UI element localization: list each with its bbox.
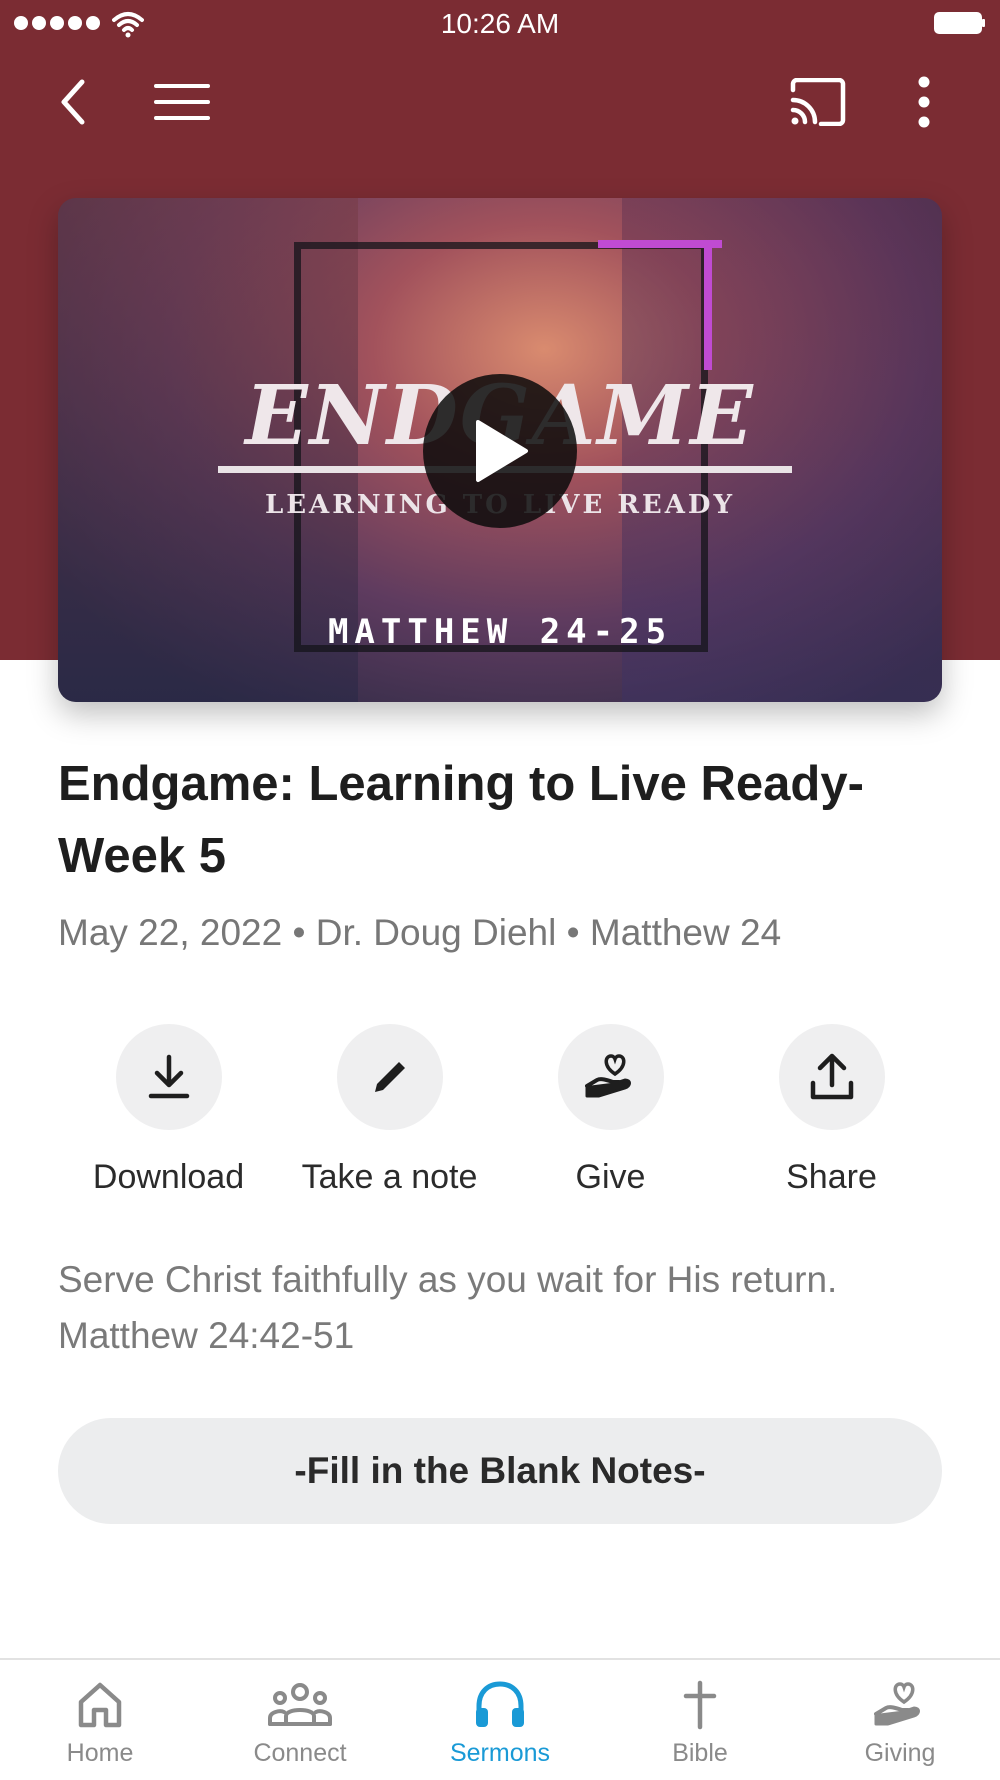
chevron-left-icon (61, 79, 85, 125)
share-button[interactable]: Share (721, 1024, 942, 1197)
tab-bible-label: Bible (672, 1739, 728, 1767)
more-vertical-icon (918, 76, 930, 128)
share-icon (810, 1053, 853, 1100)
headphones-icon (476, 1681, 524, 1727)
sermon-title: Endgame: Learning to Live Ready- Week 5 (58, 757, 864, 883)
video-artwork-reference: MATTHEW 24-25 (327, 612, 673, 652)
download-button[interactable]: Download (58, 1024, 279, 1197)
artwork-accent (704, 240, 712, 370)
home-icon (78, 1682, 122, 1728)
cast-icon (790, 78, 846, 126)
description-scripture: Matthew 24:42-51 (58, 1315, 355, 1356)
sermon-speaker: Dr. Doug Diehl (315, 912, 557, 953)
menu-button[interactable] (142, 62, 222, 142)
take-note-button[interactable]: Take a note (279, 1024, 500, 1197)
tab-connect-label: Connect (253, 1739, 347, 1767)
share-circle[interactable] (778, 1024, 885, 1130)
description-line: Serve Christ faithfully as you wait for … (58, 1259, 838, 1300)
tab-connect[interactable]: Connect (200, 1660, 400, 1780)
sermon-passage: Matthew 24 (589, 912, 782, 953)
pencil-icon (374, 1062, 405, 1092)
tab-giving[interactable]: Giving (800, 1660, 1000, 1780)
play-button[interactable] (423, 374, 577, 528)
tab-sermons-label: Sermons (449, 1739, 551, 1767)
sermon-description: Serve Christ faithfully as you wait for … (58, 1252, 958, 1364)
download-icon (148, 1054, 189, 1099)
bottom-tab-bar: Home Connect Sermons Bible Giving (0, 1658, 1000, 1780)
give-circle[interactable] (557, 1024, 664, 1130)
sermon-meta: May 22, 2022 • Dr. Doug Diehl • Matthew … (58, 912, 781, 954)
tab-bible[interactable]: Bible (600, 1660, 800, 1780)
cast-button[interactable] (778, 62, 858, 142)
more-button[interactable] (884, 62, 964, 142)
tab-sermons[interactable]: Sermons (400, 1660, 600, 1780)
battery-icon (934, 12, 985, 34)
give-button[interactable]: Give (500, 1024, 721, 1197)
tab-home-label: Home (66, 1739, 134, 1767)
sermon-date: May 22, 2022 (58, 912, 283, 953)
download-label: Download (92, 1158, 245, 1196)
share-label: Share (786, 1158, 877, 1196)
play-icon (476, 420, 528, 482)
meta-separator: • (566, 912, 580, 953)
status-bar: 10:26 AM (0, 0, 1000, 50)
take-note-label: Take a note (301, 1158, 478, 1196)
sermon-video-player[interactable]: ENDGAME LEARNING TO LIVE READY MATTHEW 2… (58, 198, 942, 702)
hamburger-icon (154, 84, 210, 120)
meta-separator: • (292, 912, 306, 953)
tab-giving-label: Giving (864, 1739, 936, 1767)
giving-hand-heart-icon (874, 1682, 920, 1726)
giving-hand-heart-icon (584, 1054, 631, 1098)
back-button[interactable] (34, 62, 114, 142)
cross-icon (683, 1680, 717, 1730)
tab-home[interactable]: Home (0, 1660, 200, 1780)
take-note-circle[interactable] (336, 1024, 443, 1130)
download-circle[interactable] (115, 1024, 222, 1130)
fill-in-blank-notes-button[interactable]: -Fill in the Blank Notes- (58, 1418, 942, 1524)
give-label: Give (575, 1158, 646, 1196)
action-row: Download Take a note Give Share (58, 1024, 942, 1204)
status-time: 10:26 AM (440, 8, 560, 39)
people-icon (268, 1683, 332, 1726)
